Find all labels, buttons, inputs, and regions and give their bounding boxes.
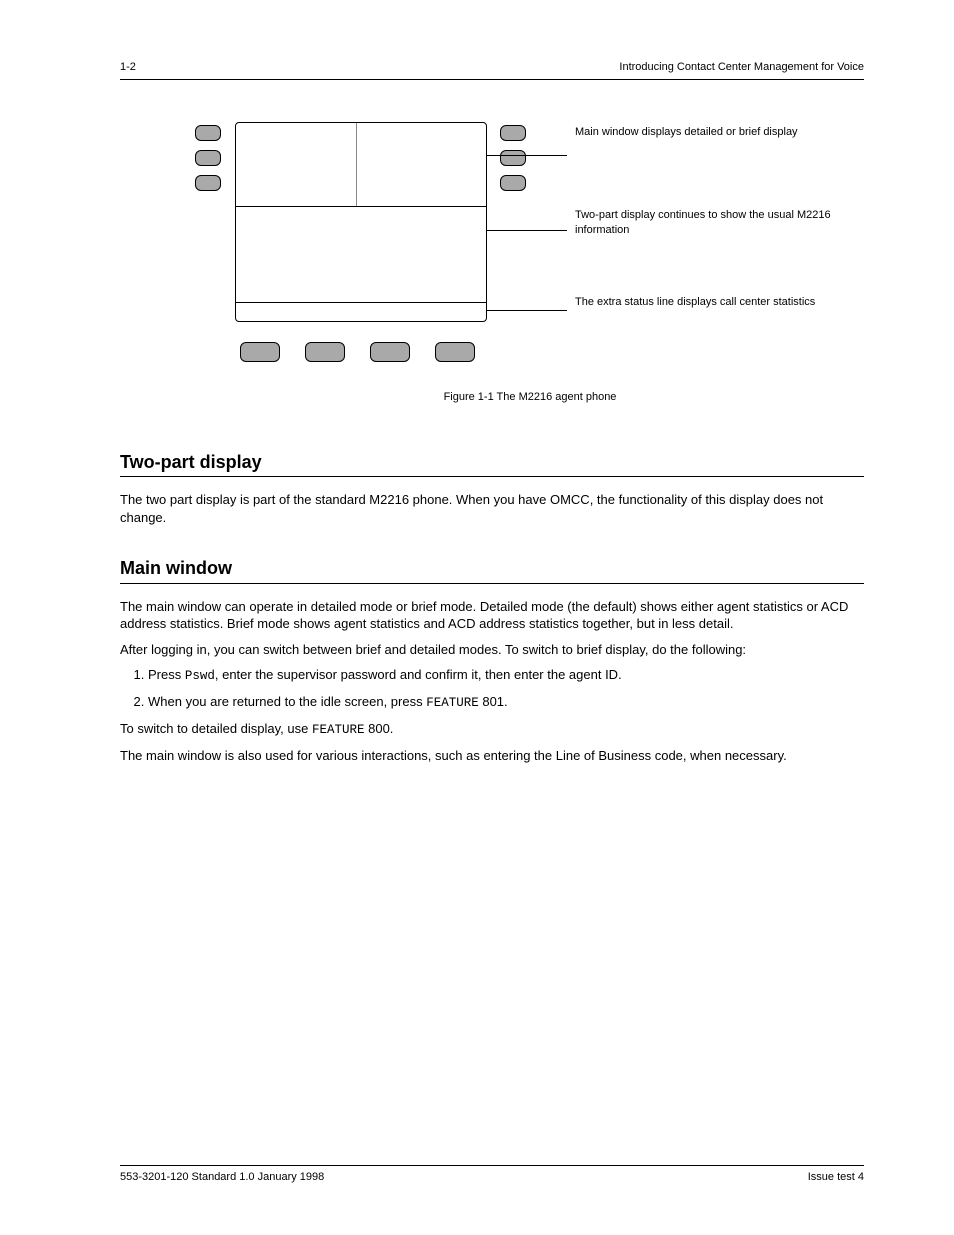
heading-rule-2 [120,583,864,584]
screen-divider-upper [236,206,486,207]
right-key-2 [500,150,526,166]
callout-status-line: The extra status line displays call cent… [575,295,845,310]
heading-rule-1 [120,476,864,477]
main-window-paragraph-3: To switch to detailed display, use FEATU… [120,720,864,739]
feature-key-label-1: FEATURE [426,696,479,710]
lead-line-3 [487,310,567,311]
two-part-display-paragraph: The two part display is part of the stan… [120,491,864,526]
step-1-pre: Press [148,667,185,682]
phone-diagram: Main window displays detailed or brief d… [180,110,880,420]
page-footer: 553-3201-120 Standard 1.0 January 1998 I… [120,1165,864,1185]
chapter-title: Introducing Contact Center Management fo… [619,60,864,75]
callout-two-part: Two-part display continues to show the u… [575,208,845,238]
step-1-post: , enter the supervisor password and conf… [215,667,622,682]
heading-two-part-display: Two-part display [120,450,864,474]
left-key-1 [195,125,221,141]
soft-key-2 [305,342,345,362]
p3-post: 800. [365,721,394,736]
soft-key-4 [435,342,475,362]
left-key-2 [195,150,221,166]
step-2-post: 801. [479,694,508,709]
main-window-paragraph-2: After logging in, you can switch between… [120,641,864,659]
page-header: 1-2 Introducing Contact Center Managemen… [120,60,864,75]
step-1: Press Pswd, enter the supervisor passwor… [148,666,864,685]
header-rule [120,79,864,80]
main-window-paragraph-4: The main window is also used for various… [120,747,864,765]
main-window-paragraph-1: The main window can operate in detailed … [120,598,864,633]
right-key-1 [500,125,526,141]
figure-caption: Figure 1-1 The M2216 agent phone [180,390,880,405]
page-number: 1-2 [120,60,136,75]
footer-rule [120,1165,864,1166]
pswd-key-label: Pswd [185,669,215,683]
lead-line-2 [487,230,567,231]
p3-pre: To switch to detailed display, use [120,721,312,736]
step-2: When you are returned to the idle screen… [148,693,864,712]
footer-docref: 553-3201-120 Standard 1.0 January 1998 [120,1171,324,1183]
left-key-3 [195,175,221,191]
footer-issue: Issue test 4 [808,1170,864,1185]
lead-line-1 [487,155,567,156]
soft-key-1 [240,342,280,362]
switch-mode-steps: Press Pswd, enter the supervisor passwor… [120,666,864,712]
callout-main-window: Main window displays detailed or brief d… [575,125,845,140]
screen-divider-lower [236,302,486,303]
phone-screen [235,122,487,322]
soft-key-3 [370,342,410,362]
screen-divider-vertical [356,123,357,206]
step-2-pre: When you are returned to the idle screen… [148,694,426,709]
right-key-3 [500,175,526,191]
feature-key-label-2: FEATURE [312,723,365,737]
heading-main-window: Main window [120,556,864,580]
